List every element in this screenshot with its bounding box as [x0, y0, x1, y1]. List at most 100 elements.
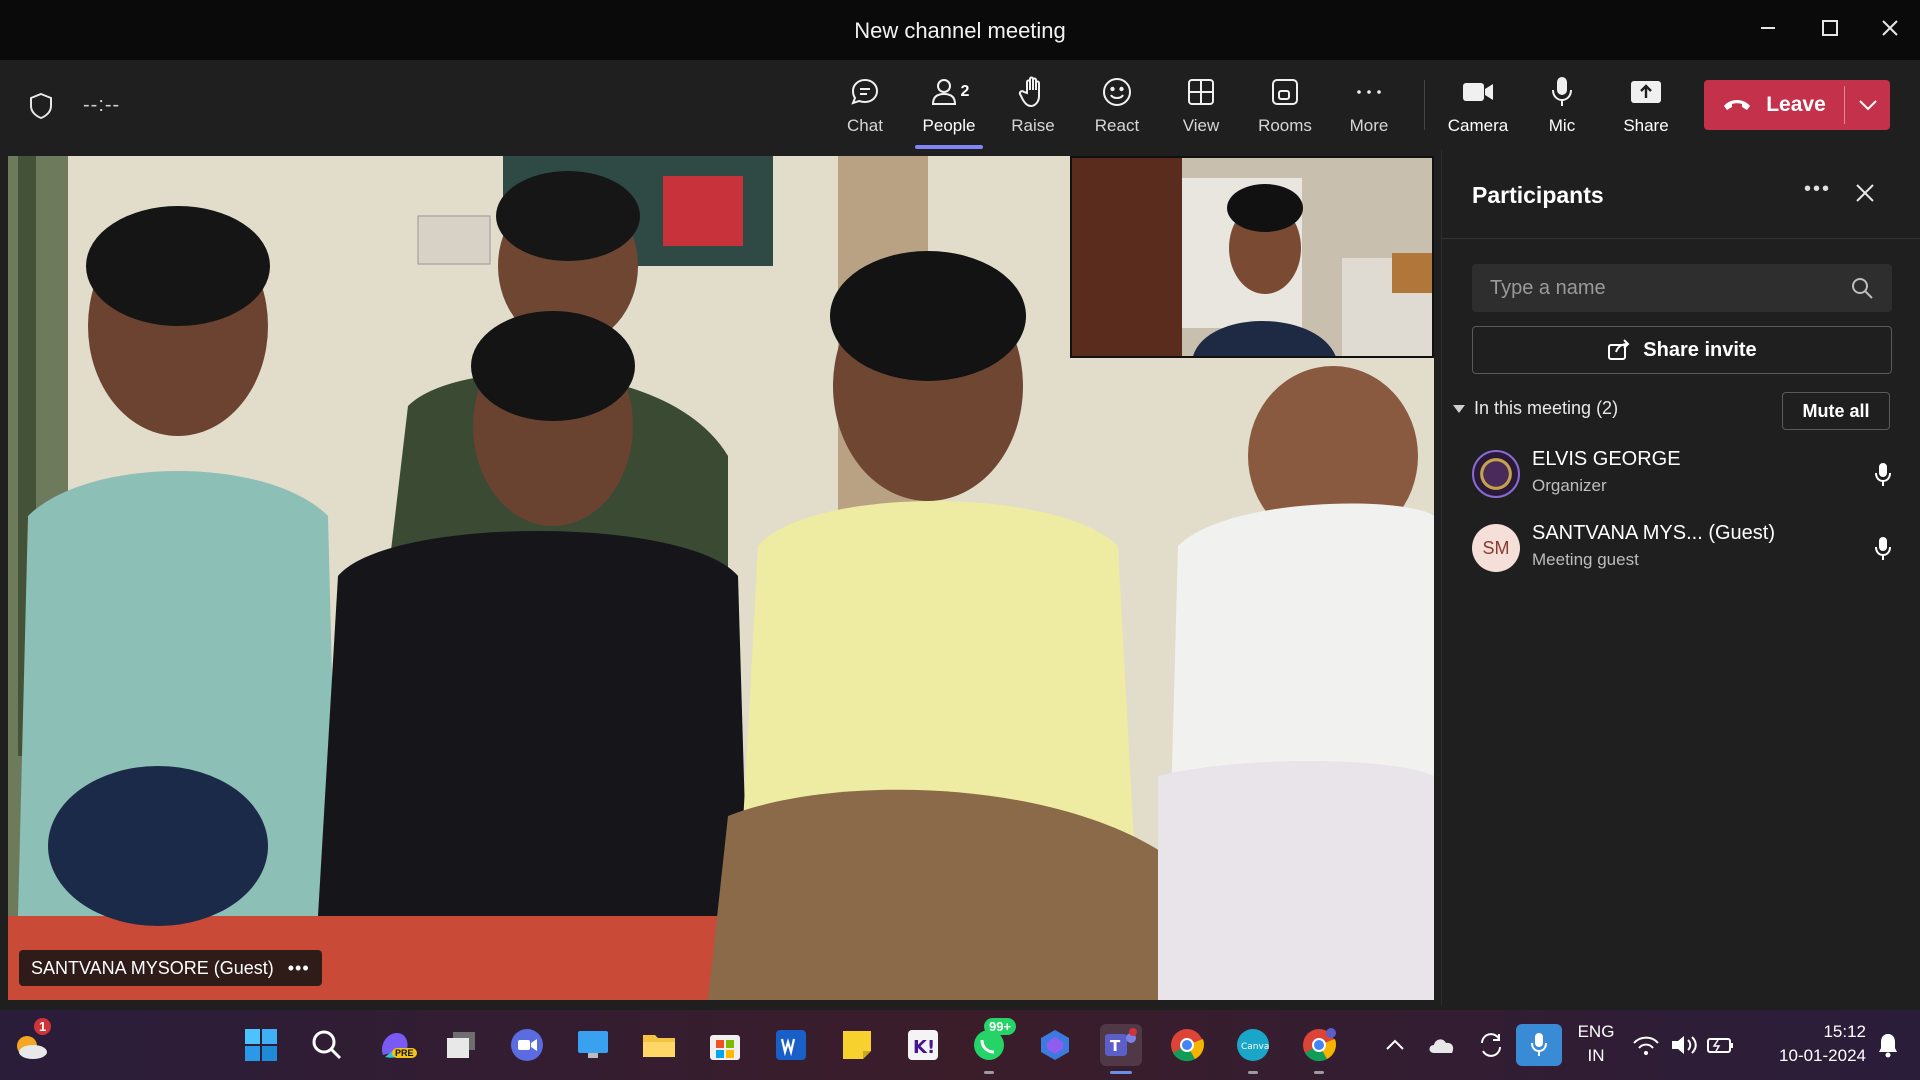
chrome-button[interactable]	[1166, 1024, 1208, 1066]
mic-button[interactable]: Mic	[1522, 72, 1602, 144]
react-label: React	[1094, 116, 1140, 135]
microphone-icon[interactable]	[1874, 536, 1892, 562]
svg-text:K!: K!	[913, 1037, 935, 1058]
wifi-volume-battery-icons	[1633, 1036, 1733, 1055]
kahoot-icon: K!	[908, 1030, 938, 1060]
raise-hand-icon	[1018, 76, 1040, 108]
panel-more-icon[interactable]: •••	[1804, 178, 1831, 201]
copilot-taskbar-button[interactable]: PRE	[374, 1024, 417, 1066]
microphone-icon[interactable]	[1874, 462, 1892, 488]
mic-label: Mic	[1548, 116, 1576, 135]
participant-name: ELVIS GEORGE	[1532, 448, 1681, 470]
clock-date[interactable]: 10-01-2024	[1752, 1046, 1866, 1066]
start-button[interactable]	[240, 1024, 282, 1066]
rooms-button[interactable]: Rooms	[1245, 72, 1325, 144]
share-invite-button[interactable]: Share invite	[1472, 326, 1892, 374]
search-icon	[312, 1030, 342, 1060]
running-indicator	[1248, 1071, 1258, 1074]
clock-time[interactable]: 15:12	[1752, 1022, 1866, 1042]
active-tab-indicator	[915, 145, 983, 149]
search-placeholder: Type a name	[1490, 277, 1606, 299]
whatsapp-badge: 99+	[984, 1018, 1017, 1035]
file-explorer-button[interactable]	[638, 1024, 680, 1066]
leave-button[interactable]: Leave	[1704, 80, 1890, 130]
app-button[interactable]	[1034, 1024, 1076, 1066]
participant-row[interactable]: SM SANTVANA MYS... (Guest) Meeting guest	[1472, 520, 1892, 580]
taskbar: 1 PRE K! 99+ T Canva ENG IN 15:12 10-01-…	[0, 1010, 1920, 1080]
toolbar-divider	[1424, 80, 1425, 130]
kahoot-button[interactable]: K!	[902, 1024, 944, 1066]
shield-icon[interactable]	[28, 92, 54, 125]
participant-role: Organizer	[1532, 476, 1607, 495]
microphone-icon	[1531, 1033, 1547, 1056]
task-view-icon	[447, 1032, 475, 1058]
store-button[interactable]	[704, 1024, 746, 1066]
chrome-profile-button[interactable]	[1298, 1024, 1340, 1074]
participant-row[interactable]: ELVIS GEORGE Organizer	[1472, 446, 1892, 506]
video-call-icon	[511, 1029, 543, 1061]
raise-hand-button[interactable]: Raise	[993, 72, 1073, 144]
rooms-icon	[1272, 79, 1298, 105]
folder-icon	[643, 1035, 675, 1057]
react-button[interactable]: React	[1077, 72, 1157, 144]
grid-view-icon	[1188, 79, 1214, 105]
close-window-button[interactable]	[1862, 10, 1918, 46]
mute-all-button[interactable]: Mute all	[1782, 392, 1890, 430]
search-taskbar-button[interactable]	[306, 1024, 348, 1066]
share-invite-label: Share invite	[1643, 338, 1757, 361]
chat-button[interactable]: Chat	[825, 72, 905, 144]
speaker-more-icon[interactable]: •••	[288, 958, 310, 979]
word-button[interactable]	[770, 1024, 812, 1066]
close-icon	[1882, 20, 1898, 36]
view-button[interactable]: View	[1161, 72, 1241, 144]
maximize-button[interactable]	[1802, 10, 1858, 46]
remote-desktop-button[interactable]	[572, 1024, 614, 1066]
close-panel-button[interactable]	[1854, 182, 1876, 209]
meet-app-button[interactable]	[506, 1024, 548, 1066]
people-button[interactable]: 2 People	[909, 72, 989, 149]
whatsapp-button[interactable]: 99+	[968, 1018, 1017, 1074]
task-view-button[interactable]	[440, 1024, 482, 1066]
self-view-image	[1072, 158, 1432, 356]
sync-button[interactable]	[1470, 1024, 1512, 1066]
teams-icon: T	[1105, 1028, 1137, 1056]
speaker-name-tag[interactable]: SANTVANA MYSORE (Guest) •••	[19, 950, 322, 986]
chevron-up-icon	[1386, 1039, 1404, 1050]
emoji-icon	[1103, 78, 1131, 106]
share-icon	[1608, 339, 1630, 360]
participant-search-input[interactable]: Type a name	[1472, 264, 1892, 312]
leave-options-button[interactable]	[1845, 80, 1890, 130]
canva-button[interactable]: Canva	[1232, 1024, 1274, 1074]
share-button[interactable]: Share	[1606, 72, 1686, 144]
in-meeting-section-toggle[interactable]: In this meeting (2)	[1452, 398, 1618, 419]
participants-panel: Participants ••• Type a name Share invit…	[1441, 150, 1920, 1005]
language-indicator[interactable]: ENG	[1574, 1022, 1618, 1042]
monitor-icon	[578, 1031, 608, 1058]
chrome-icon	[1303, 1028, 1337, 1062]
speaker-name: SANTVANA MYSORE (Guest)	[31, 957, 274, 978]
quick-settings-button[interactable]	[1630, 1024, 1740, 1066]
hang-up-icon	[1724, 100, 1751, 110]
chevron-down-icon	[1858, 100, 1877, 111]
camera-button[interactable]: Camera	[1438, 72, 1518, 144]
minimize-button[interactable]	[1740, 10, 1796, 46]
more-icon	[1357, 90, 1381, 94]
more-button[interactable]: More	[1329, 72, 1409, 144]
canva-icon: Canva	[1237, 1029, 1269, 1061]
voice-typing-button[interactable]	[1516, 1024, 1562, 1066]
window-title: New channel meeting	[854, 18, 1066, 43]
leave-main[interactable]: Leave	[1704, 80, 1844, 130]
sticky-notes-button[interactable]	[836, 1024, 878, 1066]
weather-widget[interactable]: 1	[10, 1018, 52, 1066]
notifications-button[interactable]	[1870, 1024, 1906, 1066]
more-label: More	[1349, 116, 1389, 135]
onedrive-button[interactable]	[1420, 1024, 1462, 1066]
region-indicator[interactable]: IN	[1574, 1046, 1618, 1066]
show-hidden-icons-button[interactable]	[1374, 1024, 1416, 1066]
self-view-video[interactable]	[1070, 156, 1434, 358]
app-icon	[1041, 1030, 1069, 1060]
close-icon	[1856, 184, 1874, 202]
camera-label: Camera	[1447, 116, 1509, 135]
teams-button[interactable]: T	[1100, 1024, 1142, 1074]
active-indicator	[1110, 1071, 1132, 1074]
